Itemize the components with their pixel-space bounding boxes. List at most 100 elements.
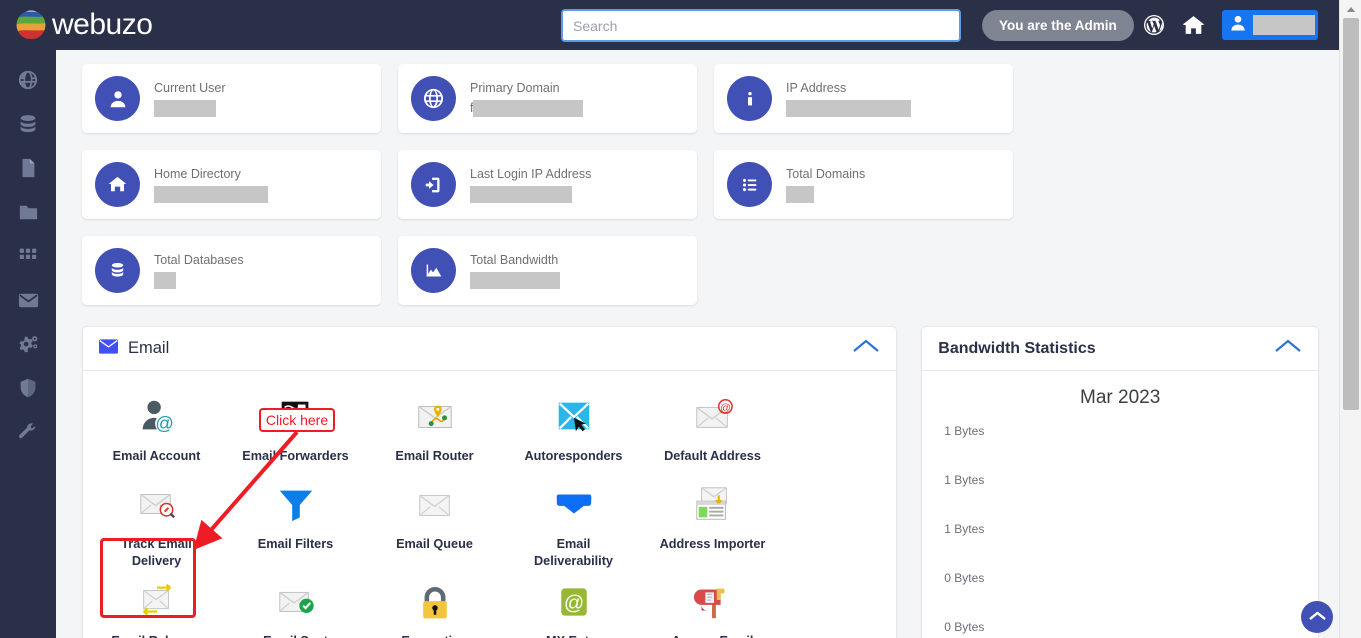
- stat-card-total-domains[interactable]: Total Domains: [714, 150, 1013, 219]
- y-tick: 1 Bytes: [944, 529, 1304, 578]
- brand[interactable]: webuzo: [0, 8, 230, 42]
- user-icon: [1228, 13, 1248, 38]
- list-icon: [727, 162, 772, 207]
- chart-title: Mar 2023: [922, 387, 1318, 409]
- stat-value-redacted: [473, 100, 583, 117]
- tile-email-router[interactable]: Email Router: [365, 385, 504, 473]
- tile-label: Autoresponders: [519, 448, 629, 465]
- autoresponders-icon: [553, 393, 595, 437]
- tile-email-queue[interactable]: Email Queue: [365, 473, 504, 570]
- svg-text:@: @: [720, 402, 731, 414]
- stat-label: Primary Domain: [470, 81, 583, 95]
- scrollbar-up-arrow-icon[interactable]: [1340, 0, 1361, 18]
- tile-email-sent-summary[interactable]: Email Sent Summary: [226, 570, 365, 638]
- page-scrollbar[interactable]: [1339, 0, 1361, 638]
- y-tick-label: 1 Bytes: [944, 424, 984, 438]
- email-panel-header: Email: [83, 327, 896, 371]
- y-tick-label: 0 Bytes: [944, 620, 984, 634]
- user-account-button[interactable]: [1222, 10, 1318, 40]
- sidebar-item-domains[interactable]: [0, 58, 56, 102]
- scroll-to-top-button[interactable]: [1301, 601, 1333, 633]
- stat-card-ip-address[interactable]: IP Address: [714, 64, 1013, 133]
- stat-label: Total Databases: [154, 253, 244, 267]
- address-importer-icon: [692, 481, 734, 525]
- tile-label: MX Entry: [519, 633, 629, 638]
- tile-label: Email Filters: [241, 536, 351, 553]
- sidebar-item-folders[interactable]: [0, 190, 56, 234]
- y-tick-label: 0 Bytes: [944, 571, 984, 585]
- stat-label: Current User: [154, 81, 226, 95]
- sidebar-item-email[interactable]: [0, 278, 56, 322]
- tile-label: Email Deliverability: [519, 536, 629, 570]
- tile-autoresponders[interactable]: Autoresponders: [504, 385, 643, 473]
- email-queue-icon: [414, 481, 456, 525]
- y-tick-label: 1 Bytes: [944, 522, 984, 536]
- tile-email-deliverability[interactable]: Email Deliverability: [504, 473, 643, 570]
- tile-label: Address Importer: [658, 536, 768, 553]
- tile-encryption[interactable]: Encryption: [365, 570, 504, 638]
- top-bar: webuzo You are the Admin: [0, 0, 1339, 50]
- tile-label: Email Account: [102, 448, 212, 465]
- stat-card-current-user[interactable]: Current User: [82, 64, 381, 133]
- chevron-up-icon[interactable]: [1274, 338, 1302, 359]
- sidebar-item-tools[interactable]: [0, 410, 56, 454]
- bandwidth-chart: Mar 2023 1 Bytes 1 Bytes 1 Bytes 0 Bytes…: [922, 371, 1318, 638]
- y-tick: 0 Bytes: [944, 627, 1304, 638]
- tile-mx-entry[interactable]: @ MX Entry: [504, 570, 643, 638]
- y-tick: 1 Bytes: [944, 480, 1304, 529]
- tile-default-address[interactable]: @ Default Address: [643, 385, 782, 473]
- stat-cards: Current User Primary Domain f IP Address: [82, 64, 1319, 305]
- scrollbar-thumb[interactable]: [1343, 18, 1359, 410]
- home-icon: [95, 162, 140, 207]
- stat-label: IP Address: [786, 81, 911, 95]
- search-box[interactable]: [561, 9, 961, 42]
- y-tick-label: 1 Bytes: [944, 473, 984, 487]
- bandwidth-panel: Bandwidth Statistics Mar 2023 1 Bytes 1 …: [921, 326, 1319, 638]
- email-account-icon: @: [136, 393, 178, 437]
- sidebar-item-databases[interactable]: [0, 102, 56, 146]
- sidebar: [0, 50, 56, 638]
- sidebar-item-apps[interactable]: [0, 234, 56, 278]
- tile-access-email[interactable]: Access Email: [643, 570, 782, 638]
- chevron-up-icon: [1309, 608, 1326, 626]
- tile-label: Default Address: [658, 448, 768, 465]
- main-content: Current User Primary Domain f IP Address: [56, 50, 1339, 638]
- bandwidth-panel-title: Bandwidth Statistics: [938, 340, 1095, 358]
- wordpress-icon[interactable]: [1141, 12, 1167, 38]
- user-icon: [95, 76, 140, 121]
- tile-address-importer[interactable]: Address Importer: [643, 473, 782, 570]
- chart-y-axis: 1 Bytes 1 Bytes 1 Bytes 0 Bytes 0 Bytes …: [944, 431, 1304, 638]
- track-email-delivery-icon: [136, 481, 178, 525]
- email-sent-summary-icon: [275, 578, 317, 622]
- stat-card-total-bandwidth[interactable]: Total Bandwidth: [398, 236, 697, 305]
- svg-text:@: @: [563, 592, 583, 614]
- y-tick: 0 Bytes: [944, 578, 1304, 627]
- stat-label: Total Bandwidth: [470, 253, 560, 267]
- y-tick: 1 Bytes: [944, 431, 1304, 480]
- sidebar-item-security[interactable]: [0, 366, 56, 410]
- home-icon[interactable]: [1180, 12, 1206, 38]
- sidebar-item-settings[interactable]: [0, 322, 56, 366]
- mx-entry-icon: @: [554, 578, 594, 622]
- svg-text:@: @: [155, 413, 173, 433]
- stat-card-primary-domain[interactable]: Primary Domain f: [398, 64, 697, 133]
- stat-card-total-databases[interactable]: Total Databases: [82, 236, 381, 305]
- encryption-lock-icon: [415, 578, 455, 622]
- username-redacted: [1253, 15, 1315, 35]
- chevron-up-icon[interactable]: [852, 338, 880, 359]
- sidebar-item-files[interactable]: [0, 146, 56, 190]
- stat-card-last-login-ip[interactable]: Last Login IP Address: [398, 150, 697, 219]
- search-input[interactable]: [561, 9, 961, 42]
- tile-label: Access Email: [658, 633, 768, 638]
- stat-label: Total Domains: [786, 167, 865, 181]
- email-filters-icon: [275, 481, 317, 525]
- annotation-click-here: Click here: [259, 408, 335, 432]
- stat-value-redacted: [786, 186, 814, 203]
- tile-email-filters[interactable]: Email Filters: [226, 473, 365, 570]
- admin-status-pill[interactable]: You are the Admin: [982, 10, 1134, 41]
- email-panel-title: Email: [128, 339, 169, 358]
- stat-card-home-directory[interactable]: Home Directory: [82, 150, 381, 219]
- database-icon: [95, 248, 140, 293]
- tile-email-account[interactable]: @ Email Account: [87, 385, 226, 473]
- webuzo-sphere-logo-icon: [14, 8, 48, 42]
